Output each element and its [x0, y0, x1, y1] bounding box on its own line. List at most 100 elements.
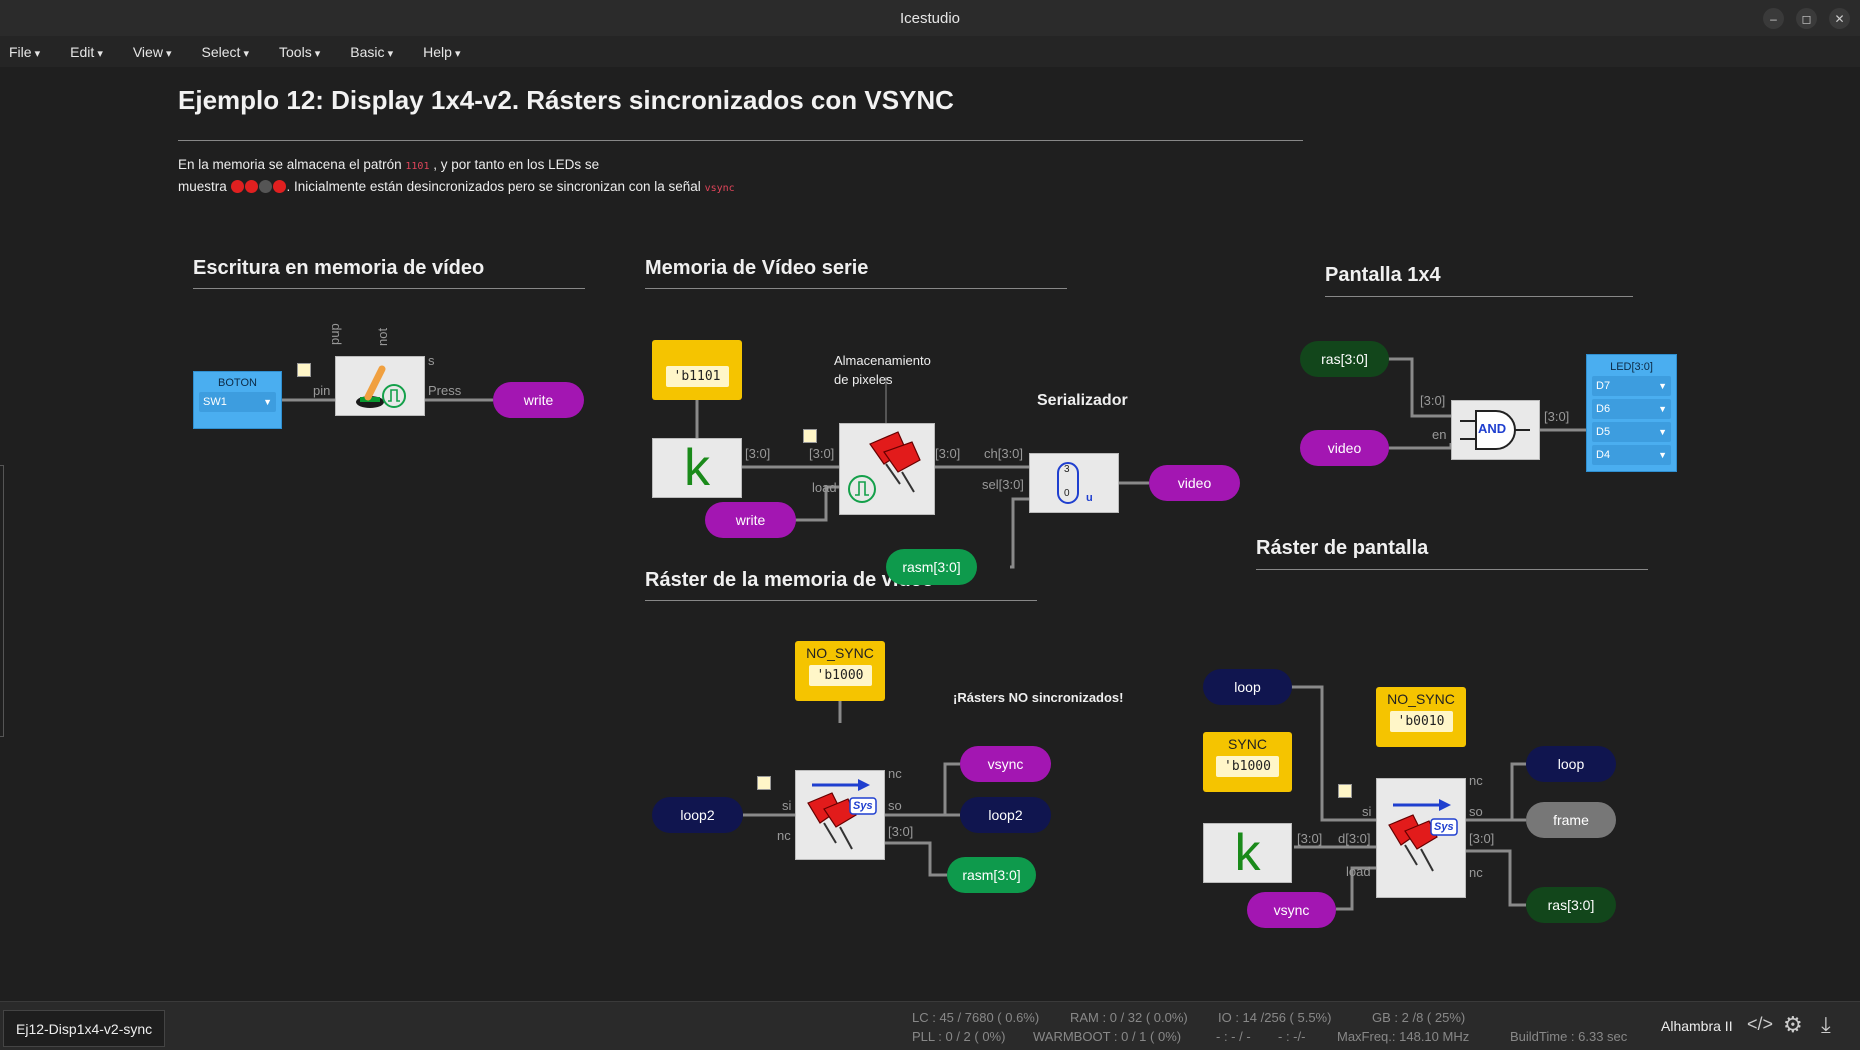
loop2-output-label[interactable]: loop2: [960, 797, 1051, 833]
write-output-label[interactable]: write: [493, 382, 584, 418]
almacenamiento-note: Almacenamiento de pixeles: [834, 351, 931, 389]
section-divider: [1256, 569, 1648, 570]
menu-edit[interactable]: Edit: [61, 44, 112, 60]
shift-register-block[interactable]: Sys: [795, 770, 885, 860]
chevron-down-icon: ▼: [1658, 404, 1667, 414]
nc-label: nc: [888, 766, 902, 781]
k-constant-block[interactable]: k: [652, 438, 742, 498]
wire: [885, 841, 947, 877]
no-sync-constant-block[interactable]: NO_SYNC 'b1000: [795, 641, 885, 701]
menu-file[interactable]: File: [0, 44, 49, 60]
constant-value: 'b1101: [665, 366, 729, 387]
video-input-label[interactable]: video: [1300, 430, 1389, 466]
bus-label: [3:0]: [1297, 831, 1323, 846]
vsync-input-label[interactable]: vsync: [1247, 892, 1336, 928]
register-block[interactable]: [839, 423, 935, 515]
bus-label: [3:0]: [1469, 831, 1495, 846]
status-bar: Ej12-Disp1x4-v2-sync LC : 45 / 7680 ( 0.…: [0, 1001, 1860, 1050]
led-dot-on-icon: [230, 180, 244, 193]
menu-select[interactable]: Select: [193, 44, 259, 60]
s-label: s: [428, 353, 435, 368]
loop-input-label[interactable]: loop: [1203, 669, 1292, 705]
window-title: Icestudio: [899, 9, 961, 27]
led-output-block[interactable]: LED[3:0] D7 ▼ D6 ▼ D5 ▼ D4 ▼: [1586, 354, 1677, 472]
k-glyph: k: [1234, 824, 1261, 882]
gear-icon[interactable]: ⚙: [1783, 1012, 1803, 1038]
maximize-button[interactable]: ◻: [1796, 8, 1817, 29]
rasm-input-label[interactable]: rasm[3:0]: [886, 549, 977, 585]
project-tab[interactable]: Ej12-Disp1x4-v2-sync: [3, 1010, 166, 1047]
led-pin-select[interactable]: D4 ▼: [1592, 445, 1671, 465]
led-pin-value: D7: [1596, 380, 1611, 392]
led-pin-value: D4: [1596, 449, 1611, 461]
stat-pll: PLL : 0 / 2 ( 0%): [912, 1029, 1006, 1044]
mux-u: u: [1086, 492, 1093, 504]
and-gate-block[interactable]: AND: [1451, 400, 1540, 460]
stat-ram: RAM : 0 / 32 ( 0.0%): [1070, 1010, 1188, 1025]
wire: [1010, 497, 1029, 569]
loop2-input-label[interactable]: loop2: [652, 797, 743, 833]
write-input-label[interactable]: write: [705, 502, 796, 538]
board-name[interactable]: Alhambra II: [1661, 1018, 1733, 1034]
led-pin-select[interactable]: D6 ▼: [1592, 399, 1671, 419]
sys-pushpin-icon: [1388, 799, 1458, 872]
so-label: so: [888, 798, 902, 813]
boton-input-block[interactable]: BOTON SW1 ▼: [193, 371, 282, 429]
no-sync-constant-block[interactable]: NO_SYNC 'b0010: [1376, 687, 1466, 747]
section-title-raster-pantalla: Ráster de pantalla: [1256, 537, 1429, 559]
and-label: AND: [1478, 421, 1507, 436]
led-pin-value: D6: [1596, 403, 1611, 415]
section-divider: [1325, 296, 1633, 297]
button-debouncer-block[interactable]: [335, 356, 425, 416]
note-line: de pixeles: [834, 372, 893, 387]
loop-output-label[interactable]: loop: [1526, 746, 1616, 782]
desc-line2-b: . Inicialmente están desincronizados per…: [286, 179, 701, 194]
led-pin-select[interactable]: D5 ▼: [1592, 422, 1671, 442]
ras-input-label[interactable]: ras[3:0]: [1300, 341, 1389, 377]
constant-1101-block[interactable]: 'b1101: [652, 340, 742, 400]
menu-basic[interactable]: Basic: [341, 44, 402, 60]
ras-output-label[interactable]: ras[3:0]: [1526, 887, 1616, 923]
nc-label: nc: [1469, 773, 1483, 788]
led-pin-value: D5: [1596, 426, 1611, 438]
minimize-button[interactable]: –: [1763, 8, 1784, 29]
bus-label: [3:0]: [1544, 409, 1570, 424]
rasm-output-label[interactable]: rasm[3:0]: [947, 857, 1036, 893]
boton-pin-select[interactable]: SW1 ▼: [199, 392, 276, 412]
section-title-pantalla: Pantalla 1x4: [1325, 264, 1441, 286]
frame-output-label[interactable]: frame: [1526, 802, 1616, 838]
stat-buildtime: BuildTime : 6.33 sec: [1510, 1029, 1628, 1044]
close-button[interactable]: ✕: [1829, 8, 1850, 29]
stat-io: IO : 14 /256 ( 5.5%): [1218, 1010, 1332, 1025]
chevron-down-icon: ▼: [1658, 427, 1667, 437]
constant-value: 'b0010: [1389, 711, 1453, 732]
sync-constant-block[interactable]: SYNC 'b1000: [1203, 732, 1292, 792]
menu-tools[interactable]: Tools: [270, 44, 329, 60]
menu-view[interactable]: View: [124, 44, 181, 60]
constant-name: NO_SYNC: [806, 645, 874, 661]
menu-bar: File Edit View Select Tools Basic Help: [0, 36, 1860, 68]
si-label: si: [782, 798, 792, 813]
led-pin-select[interactable]: D7 ▼: [1592, 376, 1671, 396]
menu-help[interactable]: Help: [414, 44, 469, 60]
k-constant-block[interactable]: k: [1203, 823, 1292, 883]
code-icon[interactable]: </>: [1747, 1014, 1773, 1035]
mux-block[interactable]: 3 0 u: [1029, 453, 1119, 513]
bus-label: [3:0]: [1420, 393, 1446, 408]
design-canvas[interactable]: Ejemplo 12: Display 1x4-v2. Rásters sinc…: [0, 67, 1860, 1001]
bus-label: [3:0]: [809, 446, 835, 461]
bus-label: [3:0]: [888, 824, 914, 839]
sys-pushpin-icon: [807, 779, 877, 850]
download-icon[interactable]: ⤓: [1821, 1012, 1831, 1038]
title-divider: [178, 140, 1303, 141]
video-output-label[interactable]: video: [1149, 465, 1240, 501]
bus-label: [3:0]: [745, 446, 771, 461]
desc-line1-a: En la memoria se almacena el patrón: [178, 157, 402, 172]
stat-warmboot: WARMBOOT : 0 / 1 ( 0%): [1033, 1029, 1182, 1044]
desc-line2-a: muestra: [178, 179, 227, 194]
si-label: si: [1362, 804, 1372, 819]
vsync-output-label[interactable]: vsync: [960, 746, 1051, 782]
sel-label: sel[3:0]: [982, 477, 1024, 492]
shift-register-block[interactable]: Sys: [1376, 778, 1466, 898]
wire: [1389, 443, 1453, 450]
